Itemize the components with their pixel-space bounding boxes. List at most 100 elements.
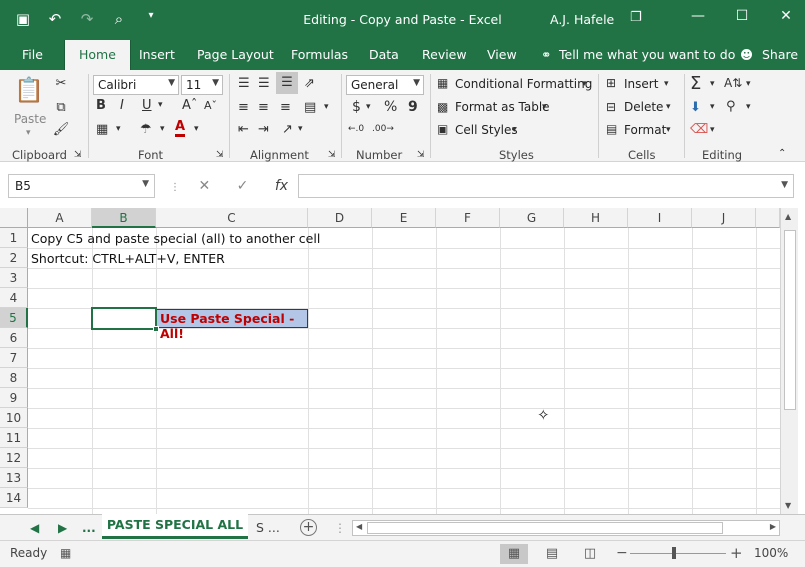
minimize-button[interactable]: —: [689, 8, 707, 24]
cancel-icon[interactable]: ✕: [198, 178, 210, 194]
tell-me-icon[interactable]: ⚭: [541, 47, 551, 62]
column-header-d[interactable]: D: [308, 208, 372, 228]
tab-review[interactable]: Review: [422, 47, 467, 62]
normal-view-icon[interactable]: ▦: [500, 544, 528, 564]
paste-icon[interactable]: 📋: [14, 76, 44, 106]
alignment-launcher-icon[interactable]: ⇲: [328, 150, 336, 160]
increase-indent-icon[interactable]: ⇥: [258, 122, 269, 137]
zoom-in-icon[interactable]: +: [730, 544, 743, 562]
chevron-down-icon[interactable]: ▾: [710, 79, 715, 89]
tell-me-box[interactable]: Tell me what you want to do: [559, 47, 735, 62]
number-launcher-icon[interactable]: ⇲: [417, 150, 425, 160]
sheet-tab-other[interactable]: S ...: [256, 520, 280, 535]
share-button[interactable]: Share: [762, 47, 798, 62]
cell-a2[interactable]: Shortcut: CTRL+ALT+V, ENTER: [31, 251, 225, 266]
copy-icon[interactable]: ⧉: [52, 100, 70, 115]
enter-icon[interactable]: ✓: [237, 178, 249, 194]
select-all-corner[interactable]: [0, 208, 28, 228]
column-header-i[interactable]: I: [628, 208, 692, 228]
cut-icon[interactable]: ✂: [52, 76, 70, 91]
row-header-7[interactable]: 7: [0, 348, 28, 368]
chevron-down-icon[interactable]: ▾: [582, 79, 587, 89]
column-header-b[interactable]: B: [92, 208, 156, 228]
tab-view[interactable]: View: [487, 47, 517, 62]
currency-icon[interactable]: $: [352, 99, 361, 115]
active-cell-b5[interactable]: [91, 307, 159, 332]
merge-dropdown-icon[interactable]: ▾: [324, 102, 329, 112]
user-name[interactable]: A.J. Hafele: [550, 12, 614, 27]
chevron-down-icon[interactable]: ▾: [710, 102, 715, 112]
insert-cells-icon[interactable]: ⊞: [606, 76, 616, 90]
row-header-8[interactable]: 8: [0, 368, 28, 388]
insert-function-icon[interactable]: fx: [275, 178, 288, 194]
decrease-font-icon[interactable]: Aˇ: [204, 99, 217, 112]
row-header-2[interactable]: 2: [0, 248, 28, 268]
vertical-scrollbar[interactable]: ▲ ▼: [780, 208, 798, 514]
horizontal-scroll-thumb[interactable]: [367, 522, 723, 534]
currency-dropdown-icon[interactable]: ▾: [366, 102, 371, 112]
tab-insert[interactable]: Insert: [139, 47, 175, 62]
decrease-indent-icon[interactable]: ⇤: [238, 122, 249, 137]
worksheet-grid[interactable]: A B C D E F G H I J 1 2 3 4 5 6 7 8 9 10…: [0, 208, 805, 514]
delete-cells-button[interactable]: Delete: [624, 100, 663, 114]
chevron-down-icon[interactable]: ▾: [512, 125, 517, 135]
page-layout-view-icon[interactable]: ▤: [538, 544, 566, 564]
delete-cells-icon[interactable]: ⊟: [606, 100, 616, 114]
maximize-button[interactable]: ☐: [733, 8, 751, 24]
cell-a1[interactable]: Copy C5 and paste special (all) to anoth…: [31, 231, 320, 246]
column-header-j[interactable]: J: [692, 208, 756, 228]
zoom-slider[interactable]: [630, 547, 726, 559]
tab-page-layout[interactable]: Page Layout: [197, 47, 274, 62]
align-right-icon[interactable]: ≡: [280, 100, 291, 115]
increase-decimal-icon[interactable]: ←.0: [348, 124, 364, 134]
decrease-decimal-icon[interactable]: .00→: [372, 124, 394, 134]
paste-dropdown-icon[interactable]: ▾: [26, 128, 31, 138]
sheet-next-icon[interactable]: ▶: [58, 521, 67, 535]
sheet-tab-paste-special-all[interactable]: PASTE SPECIAL ALL: [102, 514, 248, 539]
format-cells-icon[interactable]: ▤: [606, 122, 617, 136]
row-header-5[interactable]: 5: [0, 308, 28, 328]
sort-filter-icon[interactable]: A⇅: [724, 76, 742, 90]
font-size-combo[interactable]: 11 ▼: [181, 75, 223, 95]
zoom-level[interactable]: 100%: [754, 546, 788, 560]
name-box[interactable]: B5 ▼: [8, 174, 155, 198]
chevron-down-icon[interactable]: ▾: [664, 79, 669, 89]
increase-font-icon[interactable]: Aˆ: [182, 98, 197, 113]
merge-center-icon[interactable]: ▤: [304, 100, 316, 115]
comma-style-icon[interactable]: 9: [408, 99, 418, 115]
align-bottom-icon[interactable]: ☰: [276, 72, 298, 94]
close-button[interactable]: ✕: [777, 8, 795, 24]
row-header-10[interactable]: 10: [0, 408, 28, 428]
fill-dropdown-icon[interactable]: ▾: [160, 124, 165, 134]
autosum-icon[interactable]: Σ: [690, 73, 701, 94]
align-left-icon[interactable]: ≡: [238, 100, 249, 115]
cell-c5[interactable]: Use Paste Special - All!: [156, 309, 308, 341]
cell-styles-button[interactable]: Cell Styles: [455, 123, 518, 137]
scroll-down-icon[interactable]: ▼: [785, 501, 791, 510]
horizontal-scrollbar[interactable]: ◀ ▶: [352, 520, 780, 536]
row-header-1[interactable]: 1: [0, 228, 28, 248]
fill-icon[interactable]: ⬇: [690, 100, 701, 115]
scroll-left-icon[interactable]: ◀: [356, 522, 362, 531]
bold-icon[interactable]: B: [96, 98, 106, 113]
font-color-dropdown-icon[interactable]: ▾: [194, 124, 199, 134]
chevron-down-icon[interactable]: ▾: [666, 102, 671, 112]
chevron-down-icon[interactable]: ▾: [666, 125, 671, 135]
row-header-11[interactable]: 11: [0, 428, 28, 448]
underline-dropdown-icon[interactable]: ▾: [158, 100, 163, 110]
font-color-icon[interactable]: A: [175, 120, 186, 137]
add-sheet-icon[interactable]: +: [300, 519, 317, 536]
chevron-down-icon[interactable]: ▾: [746, 102, 751, 112]
format-cells-button[interactable]: Format: [624, 123, 666, 137]
fill-handle[interactable]: [153, 326, 159, 332]
row-header-3[interactable]: 3: [0, 268, 28, 288]
borders-dropdown-icon[interactable]: ▾: [116, 124, 121, 134]
underline-icon[interactable]: U: [142, 98, 152, 113]
align-middle-icon[interactable]: ☰: [258, 76, 270, 91]
conditional-formatting-icon[interactable]: ▦: [437, 76, 448, 90]
tab-file[interactable]: File: [22, 47, 43, 62]
column-header-h[interactable]: H: [564, 208, 628, 228]
column-header-a[interactable]: A: [28, 208, 92, 228]
column-header-g[interactable]: G: [500, 208, 564, 228]
find-select-icon[interactable]: ⚲: [726, 99, 736, 114]
